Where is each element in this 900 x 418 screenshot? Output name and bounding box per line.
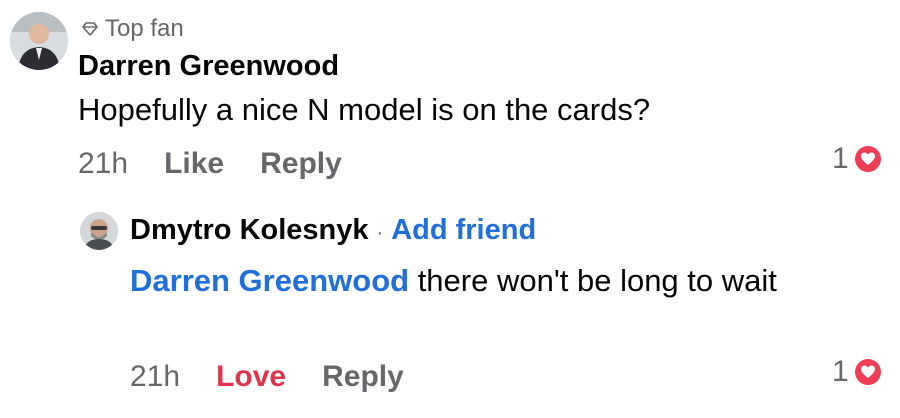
diamond-icon xyxy=(82,22,98,36)
reaction-count: 1 xyxy=(832,142,849,175)
mention-link[interactable]: Darren Greenwood xyxy=(130,263,409,298)
comment-timestamp[interactable]: 21h xyxy=(78,147,128,181)
badge-label: Top fan xyxy=(105,15,184,42)
reply-button[interactable]: Reply xyxy=(322,360,404,394)
separator-dot: · xyxy=(376,222,384,244)
reply-header: Dmytro Kolesnyk · Add friend xyxy=(130,214,536,247)
like-button[interactable]: Like xyxy=(164,147,224,181)
reaction-count: 1 xyxy=(832,355,849,388)
heart-icon xyxy=(854,146,881,172)
commenter-avatar[interactable] xyxy=(10,12,68,70)
reply-text: Darren Greenwood there won't be long to … xyxy=(130,258,830,303)
reply-button[interactable]: Reply xyxy=(260,147,342,181)
reply-body: there won't be long to wait xyxy=(417,263,777,298)
love-button[interactable]: Love xyxy=(216,360,286,394)
comment-author-name[interactable]: Darren Greenwood xyxy=(78,50,339,83)
comment-text: Hopefully a nice N model is on the cards… xyxy=(78,92,651,127)
comment-reactions[interactable]: 1 xyxy=(832,142,881,176)
reply-timestamp[interactable]: 21h xyxy=(130,360,180,394)
reply-author-name[interactable]: Dmytro Kolesnyk xyxy=(130,214,369,247)
replier-avatar[interactable] xyxy=(80,212,118,250)
reply-reactions[interactable]: 1 xyxy=(832,355,881,389)
add-friend-button[interactable]: Add friend xyxy=(391,214,536,247)
top-fan-badge: Top fan xyxy=(82,15,184,43)
comment-actions: 21h Like Reply xyxy=(78,147,342,181)
reply-actions: 21h Love Reply xyxy=(130,360,404,394)
heart-icon xyxy=(854,359,881,385)
